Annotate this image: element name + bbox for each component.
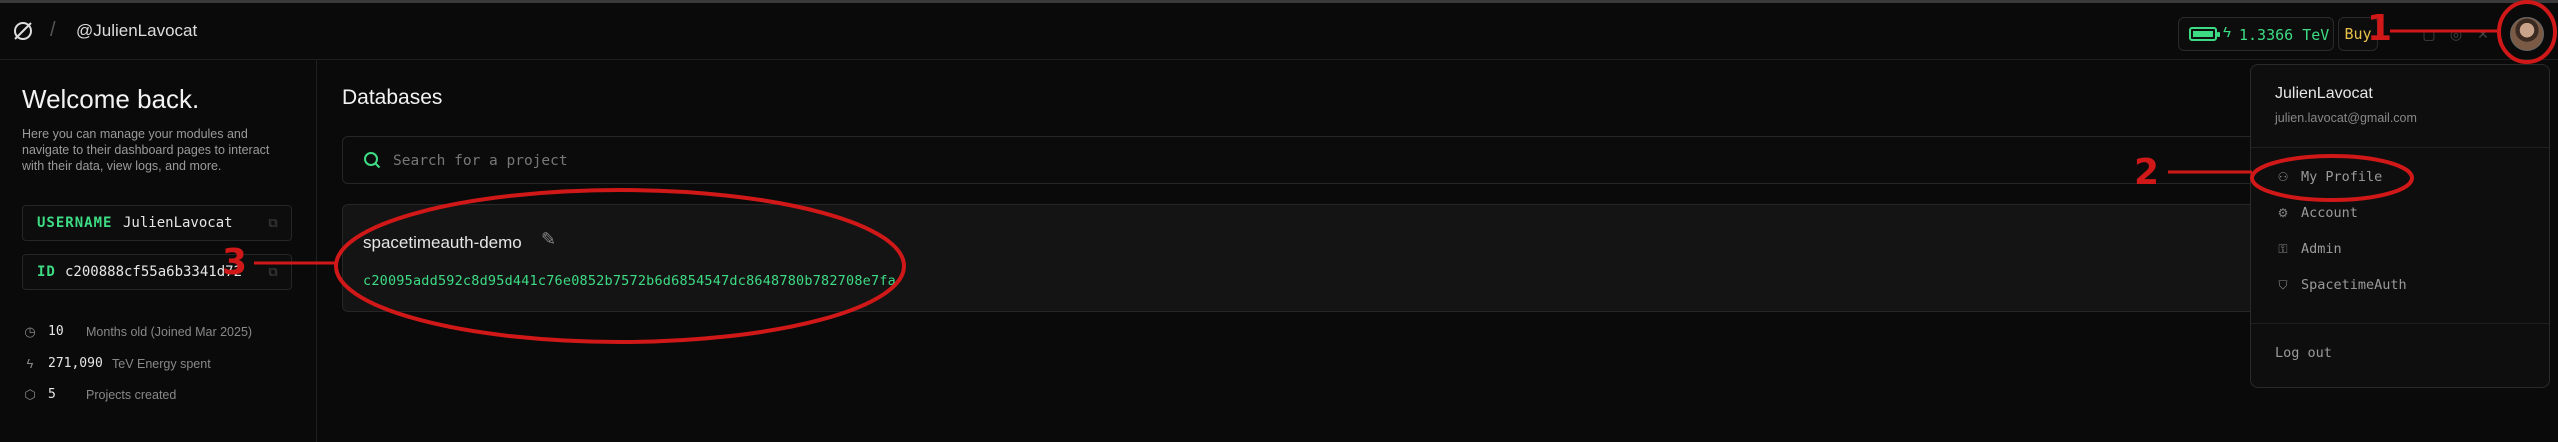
project-name[interactable]: spacetimeauth-demo <box>363 233 522 253</box>
menu-item-label: SpacetimeAuth <box>2301 277 2407 293</box>
copy-icon[interactable]: ⧉ <box>265 264 281 280</box>
username-box: USERNAME JulienLavocat ⧉ <box>22 205 292 241</box>
sidebar: Welcome back. Here you can manage your m… <box>0 60 317 442</box>
breadcrumb-separator: / <box>50 19 56 41</box>
id-value: c200888cf55a6b3341d72 <box>65 264 243 280</box>
stat-value: 10 <box>48 324 64 339</box>
username-key: USERNAME <box>37 215 113 231</box>
annotation-number: 3 <box>222 242 248 283</box>
copy-icon[interactable]: ⧉ <box>265 215 281 231</box>
breadcrumb-username[interactable]: @JulienLavocat <box>76 21 197 41</box>
id-key: ID <box>37 264 56 280</box>
project-hash: c20095add592c8d95d441c76e0852b7572b6d685… <box>363 273 896 289</box>
username-value: JulienLavocat <box>123 215 233 231</box>
shield-icon: ⛉ <box>2278 278 2288 292</box>
menu-item-label: Account <box>2301 205 2358 221</box>
id-box: ID c200888cf55a6b3341d72 ⧉ <box>22 254 292 290</box>
stat-label: Projects created <box>86 388 177 402</box>
battery-icon <box>2189 27 2220 41</box>
menu-item-my-profile[interactable]: ⚇ My Profile <box>2275 167 2515 189</box>
gear-icon: ⚙ <box>2277 206 2289 220</box>
energy-value: 1.3366 TeV <box>2239 26 2330 44</box>
energy-indicator[interactable]: ϟ 1.3366 TeV <box>2178 17 2334 51</box>
user-menu: JulienLavocat julien.lavocat@gmail.com ⚇… <box>2250 64 2550 388</box>
menu-divider <box>2251 323 2549 324</box>
menu-item-spacetimeauth[interactable]: ⛉ SpacetimeAuth <box>2275 275 2515 297</box>
stat-value: 5 <box>48 387 56 402</box>
search-icon <box>364 152 381 169</box>
settings-icon[interactable]: ◎ <box>2447 25 2465 43</box>
bolt-icon: ϟ <box>2223 24 2231 41</box>
clock-icon: ◷ <box>24 324 36 339</box>
menu-user-email: julien.lavocat@gmail.com <box>2275 111 2417 125</box>
menu-item-label: Admin <box>2301 241 2342 257</box>
lock-icon: ⚿ <box>2278 242 2288 256</box>
top-header: / @JulienLavocat ϟ 1.3366 TeV Buy ▢ ◎ ✕ <box>0 3 2558 60</box>
welcome-description: Here you can manage your modules and nav… <box>22 127 270 173</box>
annotation-number: 1 <box>2367 8 2393 49</box>
search-input[interactable] <box>391 149 995 173</box>
menu-user-name: JulienLavocat <box>2275 85 2373 102</box>
edit-icon[interactable]: ✎ <box>541 229 563 251</box>
tools-icon[interactable]: ✕ <box>2474 25 2492 43</box>
menu-divider <box>2251 147 2549 148</box>
menu-item-account[interactable]: ⚙ Account <box>2275 203 2515 225</box>
cube-icon: ⬡ <box>24 387 36 402</box>
project-card[interactable]: spacetimeauth-demo ✎ c20095add592c8d95d4… <box>342 204 2262 312</box>
menu-item-admin[interactable]: ⚿ Admin <box>2275 239 2515 261</box>
annotation-number: 2 <box>2134 152 2160 193</box>
user-avatar-button[interactable] <box>2510 17 2544 51</box>
stat-label: Months old (Joined Mar 2025) <box>86 325 253 339</box>
docs-icon[interactable]: ▢ <box>2420 25 2438 43</box>
stat-value: 271,090 <box>48 356 103 371</box>
welcome-heading: Welcome back. <box>22 84 200 114</box>
page-title: Databases <box>342 86 443 109</box>
logout-button[interactable]: Log out <box>2275 345 2332 361</box>
menu-item-label: My Profile <box>2301 169 2383 185</box>
stat-label: TeV Energy spent <box>112 357 211 371</box>
project-search[interactable] <box>342 136 2262 184</box>
user-icon: ⚇ <box>2277 170 2289 184</box>
bolt-icon: ϟ <box>26 356 34 371</box>
app-logo-icon[interactable] <box>12 20 34 42</box>
